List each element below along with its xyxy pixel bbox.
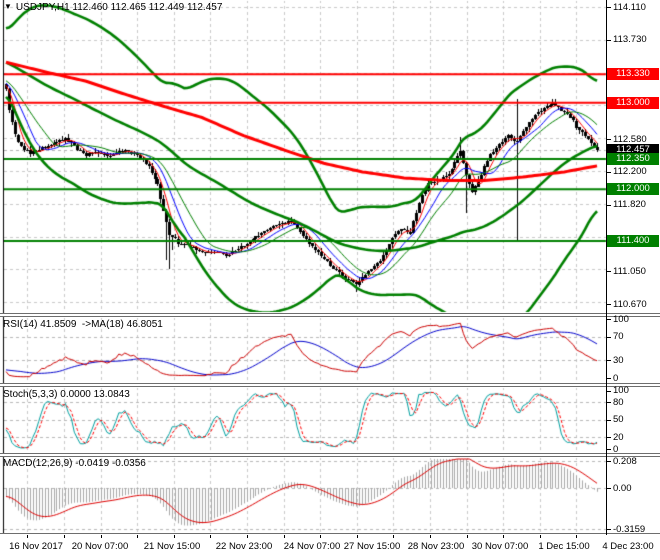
rsi-indicator-label: RSI(14) 41.8509 ->MA(18) 46.8051 xyxy=(3,319,163,330)
stoch-scale-label: 100 xyxy=(613,385,629,396)
time-tick xyxy=(467,535,468,538)
rsi-scale-tick xyxy=(607,360,611,361)
chart-title-text: USDJPY,H1 112.460 112.465 112.449 112.45… xyxy=(15,2,223,13)
time-tick xyxy=(247,535,248,538)
stoch-scale-label: 50 xyxy=(613,414,624,425)
price-tick xyxy=(607,205,611,206)
stoch-scale-label: 20 xyxy=(613,432,624,443)
time-tick xyxy=(357,535,358,538)
rsi-scale-label: 30 xyxy=(613,355,624,366)
time-tick xyxy=(174,535,175,538)
time-axis-label: 4 Dec 23:00 xyxy=(602,541,654,552)
chart-title: ▼ USDJPY,H1 112.460 112.465 112.449 112.4… xyxy=(4,2,222,13)
price-badge: 113.330 xyxy=(607,68,659,80)
price-tick-label: 111.050 xyxy=(613,266,646,277)
stoch-scale-tick xyxy=(607,391,611,392)
stoch-scale-tick xyxy=(607,402,611,403)
time-tick xyxy=(430,535,431,538)
price-axis-border xyxy=(606,0,607,535)
chart-window: ▼ USDJPY,H1 112.460 112.465 112.449 112.4… xyxy=(0,0,660,560)
time-axis-label: 22 Nov 23:00 xyxy=(215,541,273,552)
price-tick-label: 112.200 xyxy=(613,166,647,177)
time-tick xyxy=(27,535,28,538)
time-tick xyxy=(540,535,541,538)
stoch-scale-tick xyxy=(607,437,611,438)
time-tick xyxy=(320,535,321,538)
panel-separator[interactable] xyxy=(0,453,660,457)
rsi-scale-label: 0 xyxy=(613,373,619,384)
time-tick xyxy=(284,535,285,538)
macd-scale-tick xyxy=(607,529,611,530)
price-tick xyxy=(607,172,611,173)
price-tick xyxy=(607,271,611,272)
macd-scale-label: 0.208 xyxy=(613,456,637,467)
rsi-scale-label: 70 xyxy=(613,331,624,342)
macd-scale-label: 0.00 xyxy=(613,483,632,494)
stoch-scale-tick xyxy=(607,449,611,450)
price-badge: 111.400 xyxy=(607,235,659,247)
time-axis[interactable]: 16 Nov 2017 20 Nov 07:00 21 Nov 15:00 22 No… xyxy=(0,535,660,560)
rsi-scale-tick xyxy=(607,319,611,320)
time-axis-label: 20 Nov 07:00 xyxy=(71,541,129,552)
price-tick xyxy=(607,7,611,8)
time-tick xyxy=(101,535,102,538)
stoch-scale-label: 0 xyxy=(613,444,619,455)
price-tick xyxy=(607,139,611,140)
price-badge: 112.000 xyxy=(607,183,659,195)
macd-indicator-label: MACD(12,26,9) -0.0419 -0.0356 xyxy=(3,458,146,469)
macd-scale-tick xyxy=(607,461,611,462)
price-badge: 113.000 xyxy=(607,97,659,109)
time-axis-label: 21 Nov 15:00 xyxy=(143,541,201,552)
price-tick-label: 110.670 xyxy=(613,299,647,310)
panel-separator[interactable] xyxy=(0,383,660,387)
stoch-scale-label: 80 xyxy=(613,397,624,408)
time-tick xyxy=(210,535,211,538)
time-tick xyxy=(576,535,577,538)
panel-separator[interactable] xyxy=(0,313,660,317)
time-tick xyxy=(503,535,504,538)
price-tick-label: 114.110 xyxy=(613,2,646,13)
stoch-indicator-label: Stoch(5,3,3) 0.0000 13.0843 xyxy=(3,389,130,400)
chevron-down-icon[interactable]: ▼ xyxy=(4,2,12,11)
time-tick xyxy=(137,535,138,538)
stoch-scale-tick xyxy=(607,420,611,421)
main-chart-canvas[interactable] xyxy=(0,0,660,313)
rsi-scale-tick xyxy=(607,378,611,379)
time-tick xyxy=(393,535,394,538)
price-tick-label: 111.820 xyxy=(613,199,646,210)
rsi-scale-tick xyxy=(607,337,611,338)
time-tick xyxy=(64,535,65,538)
price-tick xyxy=(607,40,611,41)
rsi-scale-label: 100 xyxy=(613,314,629,325)
price-tick-label: 113.730 xyxy=(613,34,647,45)
macd-scale-label: -0.3159 xyxy=(613,524,646,535)
macd-scale-tick xyxy=(607,488,611,489)
price-badge: 112.350 xyxy=(607,153,659,165)
price-tick xyxy=(607,304,611,305)
